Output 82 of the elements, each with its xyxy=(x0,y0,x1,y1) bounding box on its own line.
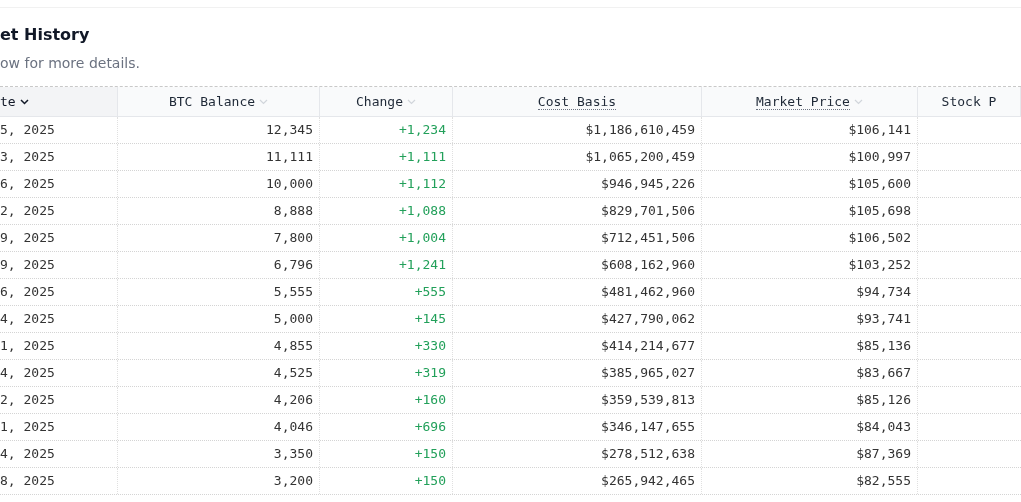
table-cell: 4,525 xyxy=(118,360,320,386)
table-cell: $94,734 xyxy=(702,279,918,305)
table-cell: $359,539,813 xyxy=(453,387,702,413)
table-cell: $608,162,960 xyxy=(453,252,702,278)
table-cell: 6,796 xyxy=(118,252,320,278)
table-cell: +1,112 xyxy=(320,171,453,197)
table-cell: $106,141 xyxy=(702,117,918,143)
table-cell: +160 xyxy=(320,387,453,413)
table-cell: $346,147,655 xyxy=(453,414,702,440)
table-cell: $106,502 xyxy=(702,225,918,251)
date-cell: 4, 2025 xyxy=(0,441,118,467)
table-cell: 3,200 xyxy=(118,468,320,494)
section-title: et History xyxy=(0,25,91,45)
chevron-down-icon xyxy=(19,98,29,105)
table-cell: +1,088 xyxy=(320,198,453,224)
table-cell: +696 xyxy=(320,414,453,440)
table-cell: $87,369 xyxy=(702,441,918,467)
table-cell: $100,997 xyxy=(702,144,918,170)
table-cell: +150 xyxy=(320,441,453,467)
table-cell: $385,965,027 xyxy=(453,360,702,386)
table-cell: +1,234 xyxy=(320,117,453,143)
column-header[interactable]: Change xyxy=(320,87,453,116)
date-cell: 1, 2025 xyxy=(0,414,118,440)
date-cell: 3, 2025 xyxy=(0,144,118,170)
table-cell: $265,942,465 xyxy=(453,468,702,494)
table-cell: 4,046 xyxy=(118,414,320,440)
table-cell: +1,241 xyxy=(320,252,453,278)
column-header[interactable]: BTC Balance xyxy=(118,87,320,116)
chevron-down-icon xyxy=(853,98,863,105)
table-cell: $414,214,677 xyxy=(453,333,702,359)
table-cell: $1,186,610,459 xyxy=(453,117,702,143)
date-cell: 8, 2025 xyxy=(0,468,118,494)
table-cell: $105,698 xyxy=(702,198,918,224)
table-cell: +555 xyxy=(320,279,453,305)
table-cell: $829,701,506 xyxy=(453,198,702,224)
table-cell: $82,555 xyxy=(702,468,918,494)
table-cell: 3,350 xyxy=(118,441,320,467)
chevron-down-icon xyxy=(259,98,269,105)
table-cell: $481,462,960 xyxy=(453,279,702,305)
column-header[interactable]: te xyxy=(0,87,118,116)
table-cell: 7,800 xyxy=(118,225,320,251)
chevron-down-icon xyxy=(407,98,416,105)
date-cell: 4, 2025 xyxy=(0,306,118,332)
date-cell: 4, 2025 xyxy=(0,360,118,386)
date-cell: 9, 2025 xyxy=(0,252,118,278)
table-cell: 8,888 xyxy=(118,198,320,224)
date-cell: 5, 2025 xyxy=(0,117,118,143)
table-cell: $83,667 xyxy=(702,360,918,386)
table-cell: $427,790,062 xyxy=(453,306,702,332)
table-cell: $946,945,226 xyxy=(453,171,702,197)
table-cell: $85,126 xyxy=(702,387,918,413)
table-cell: $85,136 xyxy=(702,333,918,359)
table-cell: $712,451,506 xyxy=(453,225,702,251)
table-cell: +145 xyxy=(320,306,453,332)
section-subtitle: ow for more details. xyxy=(0,54,141,72)
table-cell: +150 xyxy=(320,468,453,494)
table-cell: +319 xyxy=(320,360,453,386)
date-cell: 9, 2025 xyxy=(0,225,118,251)
table-cell: +1,111 xyxy=(320,144,453,170)
table-cell: 12,345 xyxy=(118,117,320,143)
table-cell: 11,111 xyxy=(118,144,320,170)
column-header[interactable]: Stock P xyxy=(918,87,1021,116)
column-header[interactable]: Market Price xyxy=(702,87,918,116)
date-cell: 2, 2025 xyxy=(0,198,118,224)
table-cell: 4,855 xyxy=(118,333,320,359)
table-cell: $103,252 xyxy=(702,252,918,278)
table-cell: $1,065,200,459 xyxy=(453,144,702,170)
table-cell: $278,512,638 xyxy=(453,441,702,467)
table-cell: $84,043 xyxy=(702,414,918,440)
table-cell: $93,741 xyxy=(702,306,918,332)
date-cell: 1, 2025 xyxy=(0,333,118,359)
table-cell: +330 xyxy=(320,333,453,359)
table-cell: 10,000 xyxy=(118,171,320,197)
date-cell: 6, 2025 xyxy=(0,279,118,305)
date-cell: 2, 2025 xyxy=(0,387,118,413)
table-cell: 5,000 xyxy=(118,306,320,332)
table-cell: 5,555 xyxy=(118,279,320,305)
table-cell: $105,600 xyxy=(702,171,918,197)
table-cell: +1,004 xyxy=(320,225,453,251)
date-cell: 6, 2025 xyxy=(0,171,118,197)
column-header[interactable]: Cost Basis xyxy=(453,87,702,116)
table-cell: 4,206 xyxy=(118,387,320,413)
